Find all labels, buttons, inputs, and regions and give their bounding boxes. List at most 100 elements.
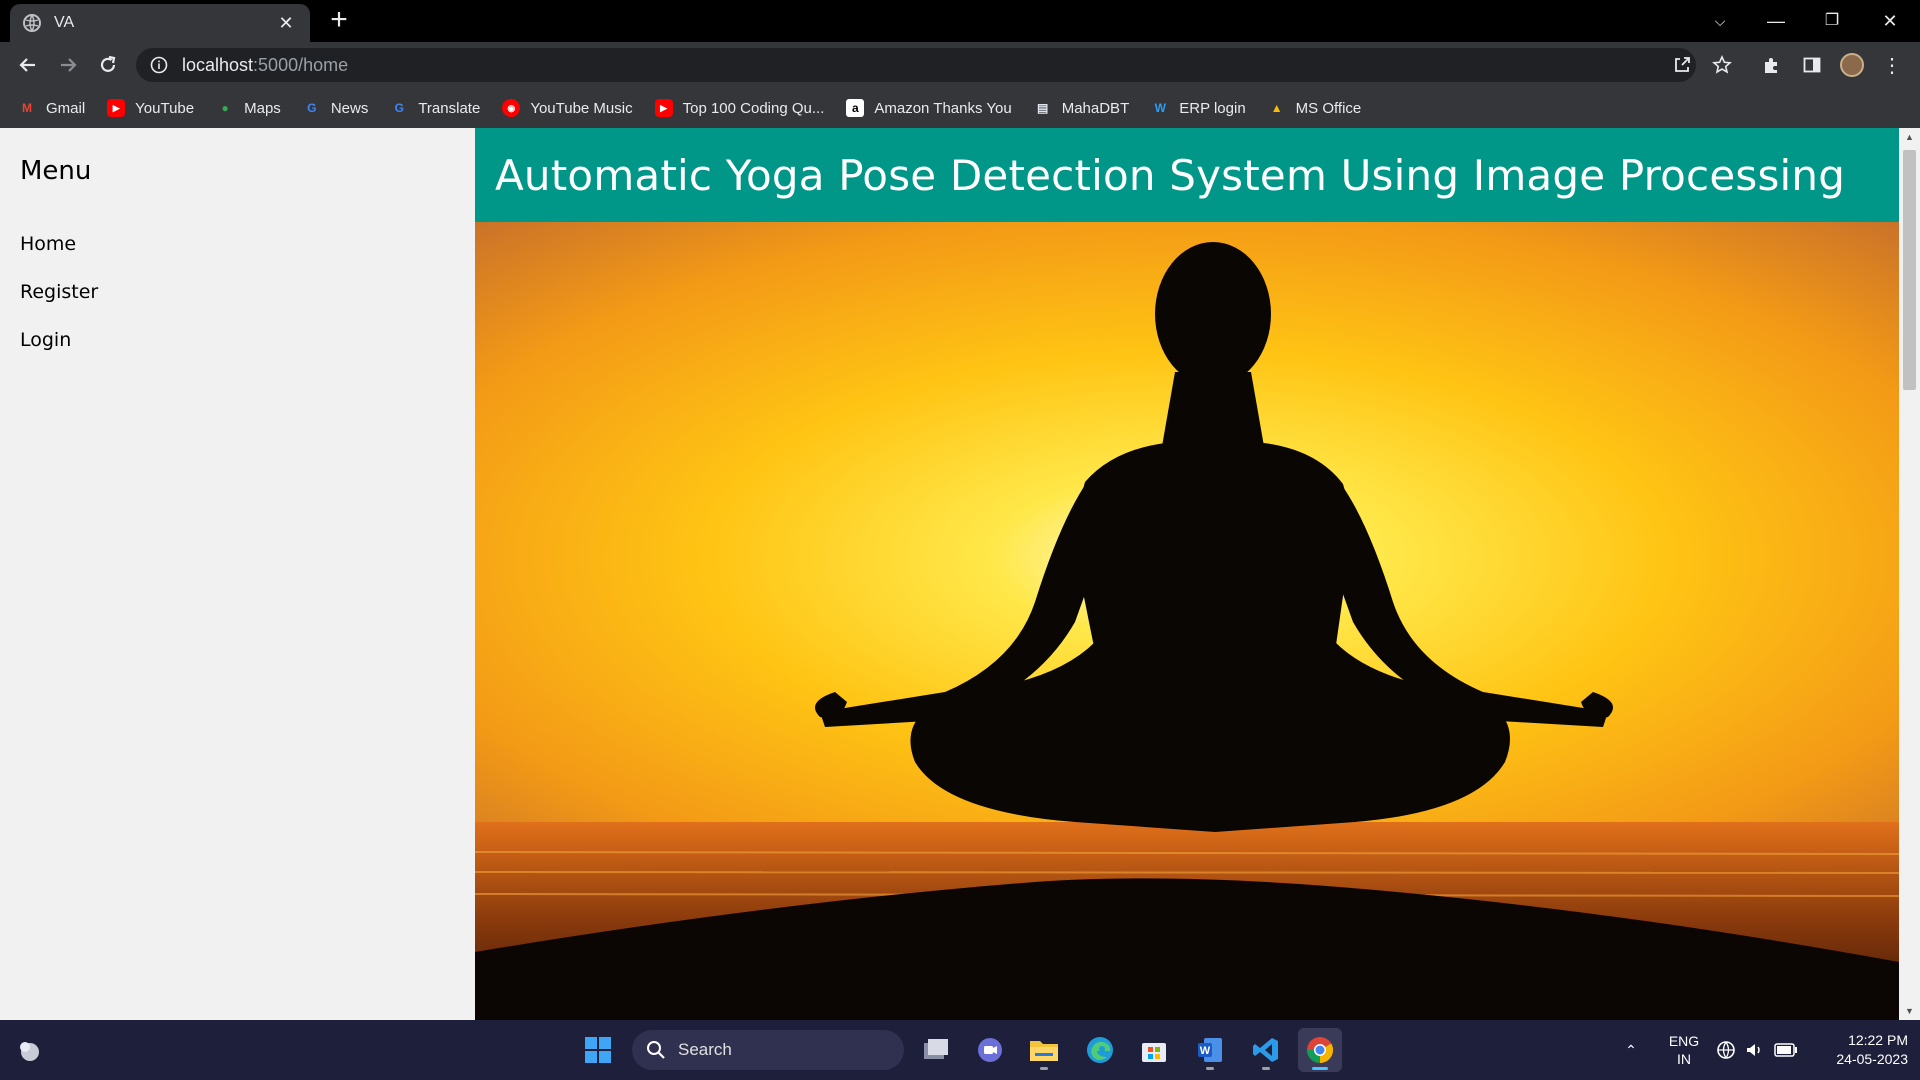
browser-window: VA ✕ + ⌵ — ❐ ✕ localhost:5000/home ⋮ M … <box>0 0 1920 1020</box>
bookmark-news[interactable]: G News <box>303 99 369 117</box>
taskbar-search[interactable]: Search <box>632 1030 904 1070</box>
teams-chat-icon[interactable] <box>968 1028 1012 1072</box>
scroll-up-icon[interactable]: ▲ <box>1899 128 1920 146</box>
gmail-icon: M <box>22 101 32 115</box>
battery-icon[interactable] <box>1774 1020 1798 1080</box>
back-button[interactable] <box>12 49 44 81</box>
browser-toolbar: localhost:5000/home ⋮ <box>0 42 1920 88</box>
bookmark-star-icon[interactable] <box>1706 49 1738 81</box>
bookmark-label: Amazon Thanks You <box>874 99 1012 117</box>
language-indicator[interactable]: ENG IN <box>1666 1020 1702 1080</box>
main-content: Automatic Yoga Pose Detection System Usi… <box>475 128 1899 1020</box>
bookmark-label: MS Office <box>1295 99 1362 117</box>
close-window-button[interactable]: ✕ <box>1870 6 1910 36</box>
word-icon[interactable]: W <box>1188 1028 1232 1072</box>
svg-text:W: W <box>1200 1045 1211 1057</box>
task-view-icon[interactable] <box>914 1028 958 1072</box>
translate-icon: G <box>394 101 404 115</box>
bookmark-translate[interactable]: G Translate <box>390 99 481 117</box>
bookmark-youtube[interactable]: ▶ YouTube <box>107 99 194 117</box>
forward-button[interactable] <box>52 49 84 81</box>
erp-icon: W <box>1154 101 1166 115</box>
clock-date: 24-05-2023 <box>1836 1051 1908 1067</box>
page-header: Automatic Yoga Pose Detection System Usi… <box>475 128 1899 222</box>
bookmark-label: MahaDBT <box>1061 99 1130 117</box>
show-hidden-icons[interactable]: ⌃ <box>1620 1020 1642 1080</box>
bookmark-label: Translate <box>418 99 481 117</box>
clock-time: 12:22 PM <box>1848 1032 1908 1048</box>
side-panel-icon[interactable] <box>1796 49 1828 81</box>
sidebar-link-home[interactable]: Home <box>0 220 475 268</box>
bookmark-youtube-music[interactable]: ◉ YouTube Music <box>502 99 633 117</box>
file-explorer-icon[interactable] <box>1022 1028 1066 1072</box>
edge-icon[interactable] <box>1078 1028 1122 1072</box>
bookmark-ms-office[interactable]: ▲ MS Office <box>1268 99 1362 117</box>
web-page: Menu Home Register Login Automatic Yoga … <box>0 128 1920 1020</box>
globe-icon <box>23 14 41 32</box>
url-host: localhost <box>182 54 254 75</box>
share-icon[interactable] <box>1666 49 1698 81</box>
windows-taskbar: Search W ⌃ ENG IN 12:22 PM 24-05-2023 <box>0 1020 1920 1080</box>
back-arrow-icon <box>19 58 35 72</box>
url-path: :5000/home <box>253 54 349 75</box>
volume-icon[interactable] <box>1744 1020 1764 1080</box>
bookmark-maps[interactable]: ● Maps <box>216 99 281 117</box>
reload-button[interactable] <box>92 49 124 81</box>
reload-icon <box>100 55 116 72</box>
page-scrollbar[interactable]: ▲ ▼ <box>1899 128 1920 1020</box>
clock[interactable]: 12:22 PM 24-05-2023 <box>1816 1020 1908 1080</box>
weather-icon[interactable] <box>8 1028 52 1072</box>
tab-close-icon[interactable]: ✕ <box>274 13 298 34</box>
amazon-icon: a <box>846 99 865 117</box>
site-info-icon[interactable] <box>150 56 168 74</box>
tab-title: VA <box>54 14 75 31</box>
sidebar-link-login[interactable]: Login <box>0 316 475 364</box>
language-line1: ENG <box>1668 1033 1700 1049</box>
microsoft-store-icon[interactable] <box>1132 1028 1176 1072</box>
bookmark-label: YouTube <box>135 99 195 117</box>
maps-icon: ● <box>221 101 229 115</box>
youtube-music-icon: ◉ <box>502 99 521 117</box>
tab-search-icon[interactable]: ⌵ <box>1700 6 1740 36</box>
restore-button[interactable]: ❐ <box>1812 6 1852 36</box>
forward-arrow-icon <box>61 58 77 72</box>
new-tab-button[interactable]: + <box>324 5 354 36</box>
sidebar: Menu Home Register Login <box>0 128 475 1020</box>
bookmark-label: YouTube Music <box>530 99 633 117</box>
sidebar-heading: Menu <box>20 156 92 186</box>
bookmark-label: News <box>330 99 369 117</box>
profile-avatar[interactable] <box>1836 49 1868 81</box>
extensions-icon[interactable] <box>1756 49 1788 81</box>
chrome-menu-icon[interactable]: ⋮ <box>1876 49 1908 81</box>
vscode-icon[interactable] <box>1244 1028 1288 1072</box>
chrome-icon[interactable] <box>1298 1028 1342 1072</box>
youtube-icon: ▶ <box>107 99 126 117</box>
youtube-icon: ▶ <box>654 99 673 117</box>
bookmark-erp-login[interactable]: W ERP login <box>1151 99 1246 117</box>
minimize-button[interactable]: — <box>1756 6 1796 36</box>
start-button[interactable] <box>576 1028 620 1072</box>
drive-icon: ▲ <box>1270 101 1283 115</box>
news-icon: G <box>307 101 317 115</box>
search-placeholder: Search <box>678 1040 732 1059</box>
document-icon: ▤ <box>1037 101 1049 115</box>
hero-yoga-image <box>475 222 1899 1020</box>
bookmarks-bar: M Gmail ▶ YouTube ● Maps G News G Translate ◉ YouTu… <box>0 88 1920 128</box>
scrollbar-thumb[interactable] <box>1903 150 1916 390</box>
network-icon[interactable] <box>1716 1020 1736 1080</box>
bookmark-label: Top 100 Coding Qu... <box>682 99 825 117</box>
bookmark-label: Gmail <box>46 99 86 117</box>
browser-tab[interactable]: VA ✕ <box>10 4 310 42</box>
bookmark-gmail[interactable]: M Gmail <box>18 99 85 117</box>
sidebar-link-register[interactable]: Register <box>0 268 475 316</box>
bookmark-label: Maps <box>244 99 281 117</box>
bookmark-amazon-thanks-you[interactable]: a Amazon Thanks You <box>846 99 1012 117</box>
tab-strip: VA ✕ + ⌵ — ❐ ✕ <box>0 0 1920 42</box>
search-icon <box>647 1041 665 1059</box>
bookmark-mahadbt[interactable]: ▤ MahaDBT <box>1034 99 1130 117</box>
scroll-down-icon[interactable]: ▼ <box>1899 1002 1920 1020</box>
page-title: Automatic Yoga Pose Detection System Usi… <box>495 150 1846 200</box>
address-bar[interactable]: localhost:5000/home <box>136 48 1696 82</box>
bookmark-label: ERP login <box>1179 99 1246 117</box>
bookmark-top-100-coding-qu[interactable]: ▶ Top 100 Coding Qu... <box>654 99 825 117</box>
